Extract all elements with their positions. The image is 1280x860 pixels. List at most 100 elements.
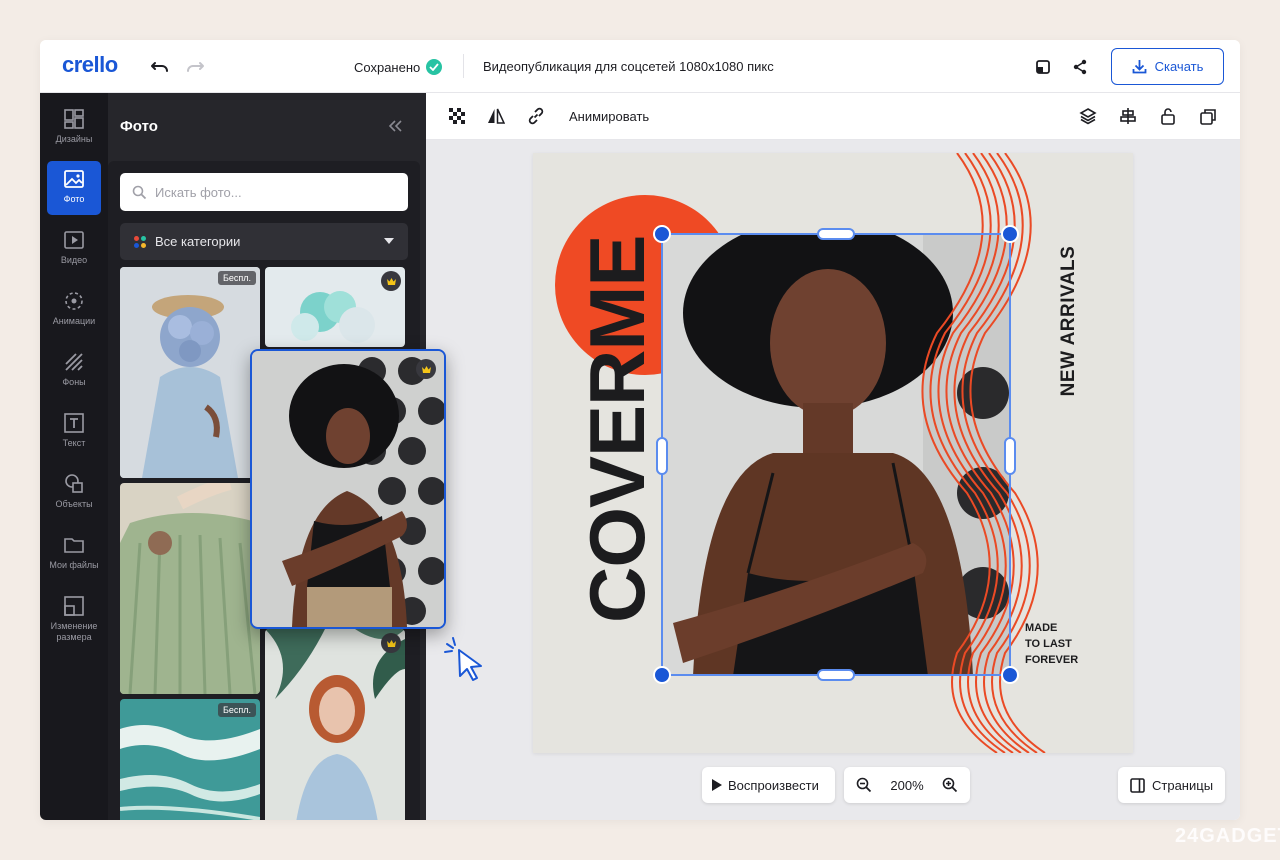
rail-item-video[interactable]: Видео [47,222,101,276]
objects-icon [65,474,83,493]
premium-crown-icon [381,271,401,291]
panel-title: Фото [120,118,158,135]
photo-search[interactable] [120,173,408,211]
new-arrivals-text[interactable]: NEW ARRIVALS [1058,221,1080,421]
rail-label: Текст [62,438,86,448]
rail-item-animations[interactable]: Анимации [47,283,101,337]
video-icon [64,231,84,249]
duplicate-icon[interactable] [1197,105,1219,127]
selection-box[interactable] [653,225,1019,684]
text-icon [64,413,84,433]
left-rail: Дизайны Фото Видео Анимации Фоны Текст О… [40,93,108,820]
tagline-line: MADE [1025,622,1058,634]
headline-text[interactable]: COVERME [573,236,661,623]
search-icon [132,185,147,199]
divider [463,54,464,78]
design-canvas[interactable]: COVERME NEW ARRIVALS MADE TO LAST FOREVE… [533,153,1133,753]
photo-thumbnail[interactable] [265,629,405,820]
category-value: Все категории [155,234,241,249]
zoom-in-icon[interactable] [942,777,958,793]
resize-icon [64,596,84,616]
context-toolbar: Анимировать [426,93,1240,140]
free-badge: Беспл. [217,703,256,717]
photo-thumbnail[interactable] [265,267,405,347]
premium-crown-icon [416,359,436,379]
play-icon [712,779,722,791]
link-icon[interactable] [525,105,547,127]
watermark: 24GADGET [1175,825,1280,847]
cloud-check-icon [426,59,443,75]
dragged-photo[interactable] [250,349,446,629]
rail-item-designs[interactable]: Дизайны [47,101,101,155]
category-select[interactable]: Все категории [120,223,408,260]
zoom-out-icon[interactable] [856,777,872,793]
redo-icon[interactable] [183,55,207,79]
collapse-panel-icon[interactable] [384,115,406,137]
resize-handle-edge[interactable] [817,669,855,681]
pages-icon [1130,777,1145,793]
play-label: Воспроизвести [728,777,819,793]
undo-icon[interactable] [148,55,172,79]
layers-icon[interactable] [1077,105,1099,127]
save-status-label: Сохранено [354,59,421,75]
rail-label: Фото [63,194,85,204]
rail-label: Дизайны [55,134,93,144]
share-icon[interactable] [1069,56,1091,78]
resize-handle-corner[interactable] [1001,666,1019,684]
rail-item-objects[interactable]: Объекты [47,466,101,520]
resize-icon[interactable] [1032,56,1054,78]
resize-handle-corner[interactable] [653,225,671,243]
rail-label: Видео [60,255,88,265]
rail-item-text[interactable]: Текст [47,405,101,459]
top-bar: crello Сохранено Видеопубликация для соц… [40,40,1240,93]
photo-thumbnail[interactable]: Беспл. [120,267,260,478]
rail-item-backgrounds[interactable]: Фоны [47,344,101,398]
resize-handle-corner[interactable] [1001,225,1019,243]
resize-handle-edge[interactable] [1004,437,1016,475]
animation-icon [65,292,83,310]
search-input[interactable] [155,184,385,200]
rail-label: Изменение размера [50,621,98,642]
tagline-line: TO LAST [1025,638,1072,650]
rail-item-photo[interactable]: Фото [47,161,101,215]
layout-grid-icon [64,109,84,129]
play-button[interactable]: Воспроизвести [702,767,835,803]
app-window: crello Сохранено Видеопубликация для соц… [40,40,1240,820]
rail-item-resize[interactable]: Изменение размера [47,588,101,650]
pages-label: Страницы [1152,777,1214,793]
pages-button[interactable]: Страницы [1118,767,1225,803]
flip-icon[interactable] [485,105,507,127]
tagline-line: FOREVER [1025,654,1079,666]
zoom-control: 200% [844,767,970,803]
workspace: Анимировать COVERME NEW ARRIVALS MADE TO… [426,93,1240,820]
free-badge: Беспл. [217,271,256,285]
rail-label: Анимации [52,316,96,326]
rail-item-my-files[interactable]: Мои файлы [47,527,101,581]
transparency-icon[interactable] [446,105,468,127]
download-button[interactable]: Скачать [1111,48,1224,85]
tagline[interactable]: MADE TO LAST FOREVER [1025,620,1078,668]
photo-thumbnail[interactable] [120,483,260,694]
backgrounds-icon [65,353,83,371]
photo-thumbnail[interactable]: Беспл. [120,699,260,820]
align-icon[interactable] [1117,105,1139,127]
unlock-icon[interactable] [1157,105,1179,127]
zoom-level[interactable]: 200% [890,778,923,793]
save-status: Сохранено [354,59,443,75]
rail-label: Объекты [55,499,93,509]
categories-icon [134,235,146,248]
chevron-down-icon [384,238,394,244]
trash-icon[interactable] [1237,105,1240,127]
download-label: Скачать [1154,59,1204,74]
resize-handle-edge[interactable] [656,437,668,475]
animate-button[interactable]: Анимировать [569,109,649,124]
resize-handle-edge[interactable] [817,228,855,240]
rail-label: Мои файлы [49,560,99,570]
photo-icon [64,170,84,188]
cursor-pointer-icon [443,636,489,682]
resize-handle-corner[interactable] [653,666,671,684]
folder-icon [64,538,84,553]
crello-logo[interactable]: crello [62,52,118,78]
premium-crown-icon [381,633,401,653]
document-title[interactable]: Видеопубликация для соцсетей 1080x1080 п… [483,59,774,74]
